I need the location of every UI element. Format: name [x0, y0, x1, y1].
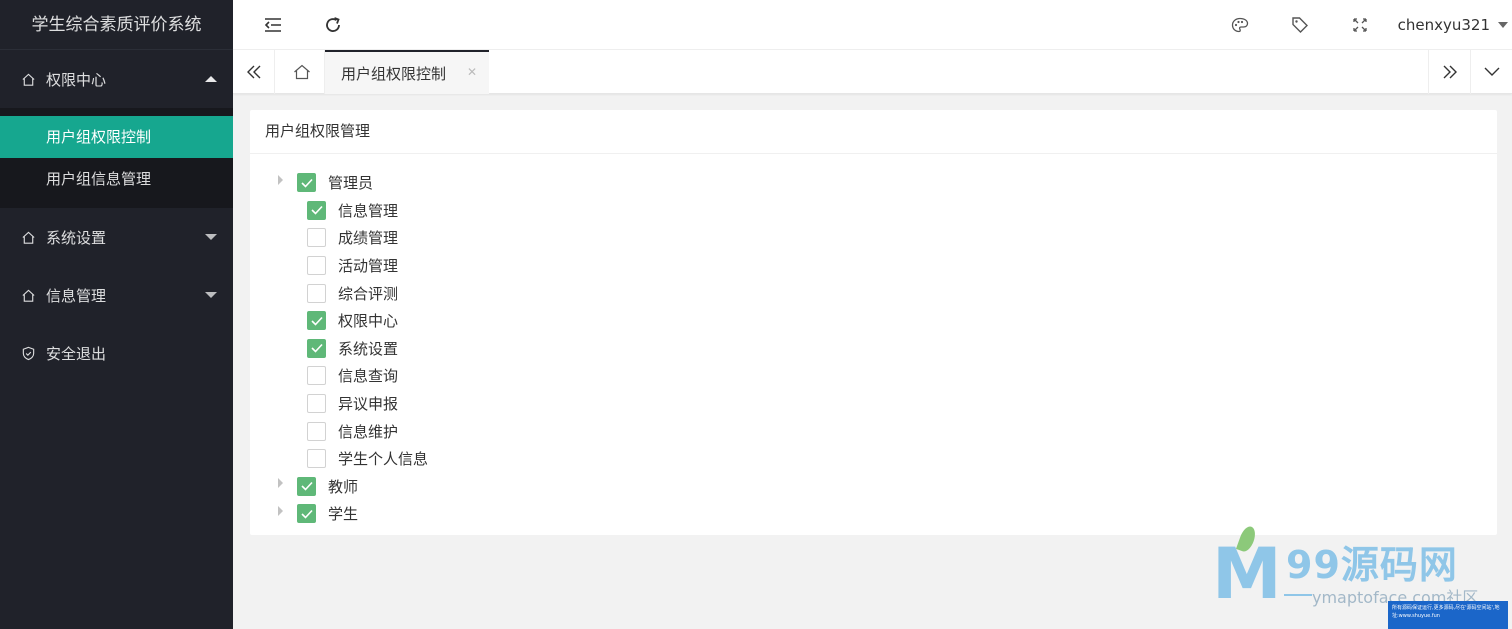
sidebar-item-group-info[interactable]: 用户组信息管理: [0, 158, 233, 200]
palette-icon[interactable]: [1220, 0, 1260, 50]
nav-label: 系统设置: [46, 228, 107, 247]
menu-collapse-icon[interactable]: [253, 0, 293, 50]
checkbox[interactable]: [307, 421, 326, 441]
tab-label: 用户组权限控制: [341, 64, 447, 83]
chevron-down-icon: [205, 292, 217, 298]
close-icon[interactable]: ✕: [467, 65, 477, 79]
sidebar: 学生综合素质评价系统 权限中心 用户组权限控制 用户组信息管理 系统设置 信息管…: [0, 0, 233, 629]
tree-node-label: 异议申报: [338, 395, 399, 414]
watermark-logo: M: [1212, 533, 1282, 615]
tree-node-label: 综合评测: [338, 284, 399, 303]
tree-node-label: 信息管理: [338, 201, 399, 220]
chevron-up-icon: [205, 76, 217, 82]
tree-node[interactable]: 学生个人信息: [278, 445, 1497, 473]
app-title: 学生综合素质评价系统: [0, 0, 233, 50]
checkbox[interactable]: [307, 366, 326, 386]
tree-node[interactable]: 综合评测: [278, 279, 1497, 307]
tab-scroll-left-icon[interactable]: [233, 50, 275, 94]
tree-node[interactable]: 教师: [278, 473, 1497, 501]
tree-node[interactable]: 信息管理: [278, 197, 1497, 225]
top-header: chenxyu321: [233, 0, 1512, 50]
tree-node[interactable]: 系统设置: [278, 335, 1497, 363]
tab-scroll-right-icon[interactable]: [1428, 50, 1470, 94]
tree-node-label: 学生个人信息: [338, 450, 429, 469]
nav-label: 权限中心: [46, 70, 107, 89]
tab-group-permission[interactable]: 用户组权限控制 ✕: [325, 50, 489, 94]
tree-node[interactable]: 管理员: [278, 169, 1497, 197]
tree-node-label: 权限中心: [338, 312, 399, 331]
watermark-notice: 所有源码保证运行,更多源码,尽在'源码空间站',地址:www.shuyue.fu…: [1388, 601, 1508, 629]
nav-info-management[interactable]: 信息管理: [0, 266, 233, 324]
shield-icon: [20, 345, 36, 361]
checkbox[interactable]: [307, 311, 326, 331]
permission-tree: 管理员信息管理成绩管理活动管理综合评测权限中心系统设置信息查询异议申报信息维护学…: [250, 154, 1497, 528]
checkbox[interactable]: [297, 476, 316, 496]
chevron-down-icon: [205, 234, 217, 240]
permission-card: 用户组权限管理 管理员信息管理成绩管理活动管理综合评测权限中心系统设置信息查询异…: [250, 110, 1497, 535]
divider: [1284, 594, 1312, 596]
checkbox[interactable]: [307, 449, 326, 469]
tree-node-label: 信息维护: [338, 422, 399, 441]
tree-node[interactable]: 异议申报: [278, 390, 1497, 418]
watermark: M 99源码网 ymaptoface.com社区 所有源码保证运行,更多源码,尽…: [1212, 524, 1512, 629]
nav-label: 安全退出: [46, 344, 107, 363]
tree-node-label: 信息查询: [338, 367, 399, 386]
card-title: 用户组权限管理: [250, 110, 1497, 154]
tree-node[interactable]: 信息维护: [278, 417, 1497, 445]
caret-right-icon[interactable]: [278, 505, 283, 516]
tree-node[interactable]: 活动管理: [278, 252, 1497, 280]
tree-node-label: 学生: [328, 505, 359, 524]
caret-right-icon[interactable]: [278, 478, 283, 489]
checkbox[interactable]: [297, 173, 316, 193]
tree-node-label: 管理员: [328, 174, 374, 193]
checkbox[interactable]: [307, 200, 326, 220]
watermark-title: 99源码网: [1286, 543, 1458, 587]
tree-node-label: 活动管理: [338, 257, 399, 276]
tree-node-label: 系统设置: [338, 339, 399, 358]
tree-node-label: 教师: [328, 477, 359, 496]
home-icon: [20, 71, 36, 87]
tree-node[interactable]: 成绩管理: [278, 224, 1497, 252]
home-icon: [20, 287, 36, 303]
sidebar-item-group-permission[interactable]: 用户组权限控制: [0, 116, 233, 158]
user-menu[interactable]: chenxyu321: [1398, 0, 1512, 50]
checkbox[interactable]: [297, 504, 316, 524]
caret-right-icon[interactable]: [278, 174, 283, 185]
tree-node[interactable]: 信息查询: [278, 362, 1497, 390]
tab-bar: 用户组权限控制 ✕: [233, 50, 1512, 94]
checkbox[interactable]: [307, 283, 326, 303]
home-tab-icon[interactable]: [279, 50, 325, 94]
checkbox[interactable]: [307, 228, 326, 248]
checkbox[interactable]: [307, 256, 326, 276]
home-icon: [20, 229, 36, 245]
nav-logout[interactable]: 安全退出: [0, 324, 233, 382]
tree-node[interactable]: 学生: [278, 500, 1497, 528]
checkbox[interactable]: [307, 394, 326, 414]
tag-icon[interactable]: [1280, 0, 1320, 50]
tree-node-label: 成绩管理: [338, 229, 399, 248]
checkbox[interactable]: [307, 338, 326, 358]
refresh-icon[interactable]: [313, 0, 353, 50]
nav-system-settings[interactable]: 系统设置: [0, 208, 233, 266]
chevron-down-icon[interactable]: [1470, 50, 1512, 94]
nav-permission-center[interactable]: 权限中心: [0, 50, 233, 108]
fullscreen-icon[interactable]: [1340, 0, 1380, 50]
nav-label: 信息管理: [46, 286, 107, 305]
tree-node[interactable]: 权限中心: [278, 307, 1497, 335]
submenu-permission-center: 用户组权限控制 用户组信息管理: [0, 108, 233, 208]
